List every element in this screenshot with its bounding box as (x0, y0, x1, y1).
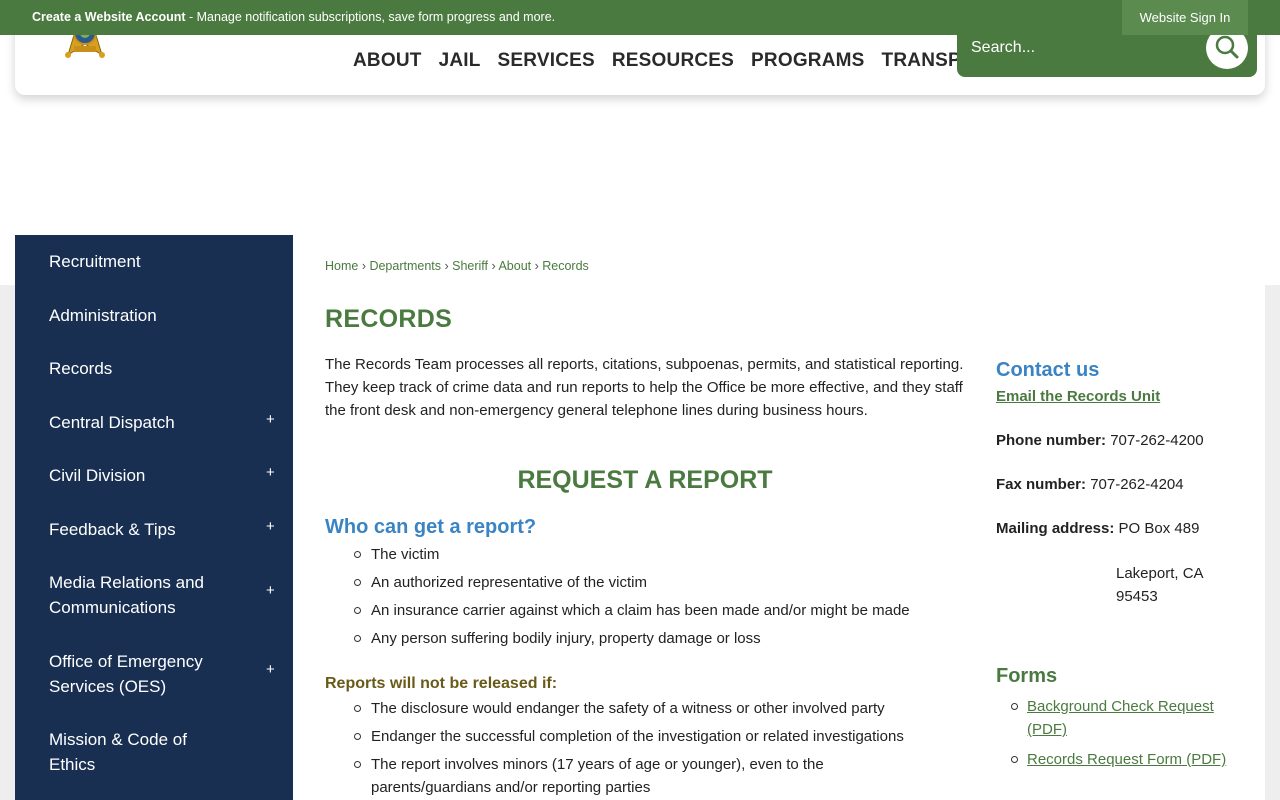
expand-civil-division-button[interactable]: + (266, 464, 275, 481)
sidebar-item-feedback-tips[interactable]: Feedback & Tips (49, 517, 279, 542)
request-report-heading: REQUEST A REPORT (517, 466, 773, 494)
fax-info: Fax number: 707-262-4204 (996, 476, 1184, 493)
mailing-line-2: Lakeport, CA (1116, 565, 1204, 582)
section-sidebar: Recruitment Administration Records Centr… (15, 235, 293, 800)
phone-value: 707-262-4200 (1110, 432, 1204, 449)
forms-heading: Forms (996, 665, 1058, 687)
sidebar-item-records[interactable]: Records (49, 356, 279, 381)
background-check-form-link[interactable]: Background Check Request (PDF) (1027, 698, 1214, 738)
sidebar-item-civil-division[interactable]: Civil Division (49, 463, 279, 488)
intro-paragraph: The Records Team processes all reports, … (325, 356, 964, 419)
nav-jail[interactable]: JAIL (439, 50, 481, 72)
search-input[interactable] (971, 34, 1191, 62)
breadcrumb-departments[interactable]: Departments (369, 259, 441, 273)
sidebar-item-administration[interactable]: Administration (49, 303, 279, 328)
breadcrumb-records[interactable]: Records (542, 259, 589, 273)
forms-list: Background Check Request (PDF) Records R… (996, 695, 1246, 778)
expand-emergency-services-button[interactable]: + (266, 661, 275, 678)
list-item: The disclosure would endanger the safety… (325, 697, 970, 720)
main-content: Home › Departments › Sheriff › About › R… (293, 235, 1265, 800)
page-title: RECORDS (325, 305, 453, 333)
list-item: An authorized representative of the vict… (325, 571, 970, 594)
list-item: The victim (325, 543, 970, 566)
mailing-label: Mailing address: (996, 520, 1115, 537)
utility-bar: Create a Website Account - Manage notifi… (0, 0, 1280, 35)
nav-services[interactable]: SERVICES (498, 50, 595, 72)
expand-central-dispatch-button[interactable]: + (266, 411, 275, 428)
mailing-line-3: 95453 (1116, 588, 1158, 605)
nav-about[interactable]: ABOUT (353, 50, 422, 72)
breadcrumb-about[interactable]: About (498, 259, 531, 273)
create-account-description: - Manage notification subscriptions, sav… (185, 10, 556, 24)
sidebar-item-central-dispatch[interactable]: Central Dispatch (49, 410, 279, 435)
mailing-line-1: PO Box 489 (1118, 520, 1200, 537)
not-released-heading: Reports will not be released if: (325, 675, 558, 692)
list-item: Background Check Request (PDF) (996, 695, 1246, 741)
breadcrumb-home[interactable]: Home (325, 259, 358, 273)
not-released-list: The disclosure would endanger the safety… (325, 697, 970, 799)
contact-heading: Contact us (996, 359, 1100, 381)
list-item: The report involves minors (17 years of … (325, 753, 885, 799)
fax-value: 707-262-4204 (1090, 476, 1184, 493)
nav-resources[interactable]: RESOURCES (612, 50, 734, 72)
phone-info: Phone number: 707-262-4200 (996, 432, 1204, 449)
fax-label: Fax number: (996, 476, 1087, 493)
who-can-get-list: The victim An authorized representative … (325, 543, 970, 650)
list-item: An insurance carrier against which a cla… (325, 599, 970, 622)
list-item: Any person suffering bodily injury, prop… (325, 627, 970, 650)
expand-media-relations-button[interactable]: + (266, 582, 275, 599)
breadcrumb: Home › Departments › Sheriff › About › R… (325, 259, 589, 273)
sidebar-item-recruitment[interactable]: Recruitment (49, 249, 279, 274)
create-account-notice: Create a Website Account - Manage notifi… (32, 10, 555, 24)
sign-in-button[interactable]: Website Sign In (1122, 0, 1248, 35)
breadcrumb-sheriff[interactable]: Sheriff (452, 259, 488, 273)
sidebar-item-mission-ethics[interactable]: Mission & Code of Ethics (49, 727, 219, 777)
create-account-link[interactable]: Create a Website Account (32, 10, 186, 24)
nav-programs[interactable]: PROGRAMS (751, 50, 865, 72)
who-can-get-heading: Who can get a report? (325, 516, 537, 538)
mailing-address-block: Lakeport, CA 95453 (1116, 562, 1204, 608)
main-navigation: ABOUT JAIL SERVICES RESOURCES PROGRAMS T… (353, 50, 1041, 72)
sidebar-item-media-relations[interactable]: Media Relations and Communications (49, 570, 239, 620)
email-records-link[interactable]: Email the Records Unit (996, 388, 1160, 405)
expand-feedback-tips-button[interactable]: + (266, 518, 275, 535)
sidebar-item-emergency-services[interactable]: Office of Emergency Services (OES) (49, 649, 239, 699)
list-item: Endanger the successful completion of th… (325, 725, 970, 748)
records-request-form-link[interactable]: Records Request Form (PDF) (1027, 751, 1226, 768)
phone-label: Phone number: (996, 432, 1107, 449)
list-item: Records Request Form (PDF) (996, 748, 1246, 771)
mailing-info: Mailing address: PO Box 489 (996, 520, 1199, 537)
